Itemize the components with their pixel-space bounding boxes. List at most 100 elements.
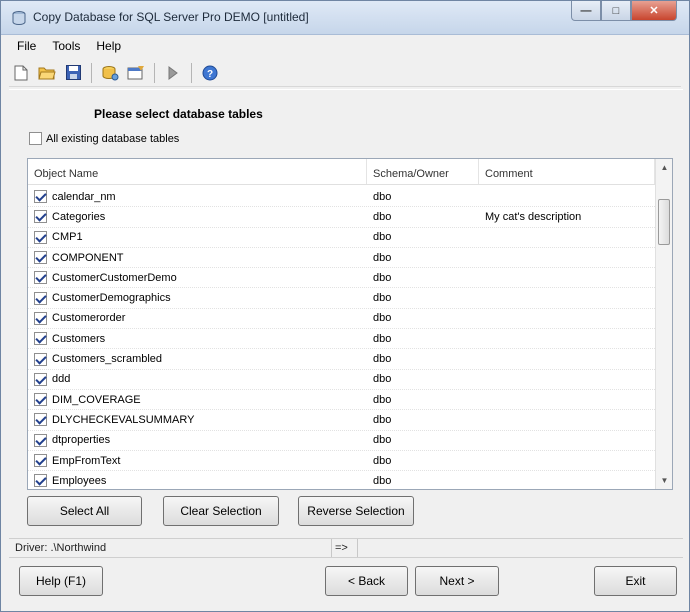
clear-selection-button[interactable]: Clear Selection	[163, 496, 279, 526]
next-button[interactable]: Next >	[415, 566, 499, 596]
help-icon[interactable]: ?	[198, 61, 222, 85]
select-all-button[interactable]: Select All	[27, 496, 142, 526]
row-checkbox[interactable]	[34, 433, 47, 447]
row-checkbox[interactable]	[34, 230, 47, 244]
row-checkbox[interactable]	[34, 454, 47, 467]
schema-owner: dbo	[373, 251, 392, 264]
table-row[interactable]: DLYCHECKEVALSUMMARY dbo	[28, 410, 655, 431]
object-name: COMPONENT	[52, 251, 124, 264]
scroll-thumb[interactable]	[658, 199, 670, 245]
menu-tools[interactable]: Tools	[44, 37, 88, 57]
column-header-comment[interactable]: Comment	[479, 159, 655, 184]
schema-owner: dbo	[373, 474, 392, 487]
row-checkbox[interactable]	[34, 291, 47, 305]
table-row[interactable]: COMPONENT dbo	[28, 248, 655, 269]
row-checkbox[interactable]	[34, 393, 47, 407]
all-tables-option[interactable]: All existing database tables	[29, 132, 179, 145]
schema-owner: dbo	[373, 353, 392, 366]
table-row[interactable]: CMP1 dbo	[28, 228, 655, 248]
object-name: Employees	[52, 474, 107, 487]
table-row[interactable]: Customers_scrambled dbo	[28, 349, 655, 370]
schema-owner: dbo	[373, 271, 392, 284]
object-name: calendar_nm	[52, 190, 116, 203]
open-folder-icon[interactable]	[35, 61, 59, 85]
row-checkbox[interactable]	[34, 413, 47, 427]
grid-header: Object Name Schema/Owner Comment	[28, 159, 655, 185]
new-file-icon[interactable]	[9, 61, 33, 85]
row-checkbox[interactable]	[34, 251, 47, 265]
row-checkbox[interactable]	[34, 311, 47, 325]
column-header-schema-owner[interactable]: Schema/Owner	[367, 159, 479, 184]
table-selection-panel: Please select database tables All existi…	[9, 89, 683, 535]
schema-owner: dbo	[373, 434, 392, 447]
connection-icon[interactable]	[98, 61, 122, 85]
driver-status: Driver: .\Northwind	[15, 542, 107, 554]
run-icon[interactable]	[161, 61, 185, 85]
toolbar: ?	[9, 59, 681, 87]
status-divider	[357, 539, 358, 557]
scroll-up-icon[interactable]: ▲	[656, 159, 672, 176]
object-name: CustomerDemographics	[52, 292, 171, 305]
schema-owner: dbo	[373, 210, 392, 223]
status-bar: Driver: .\Northwind =>	[9, 538, 683, 558]
reverse-selection-button[interactable]: Reverse Selection	[298, 496, 414, 526]
schema-owner: dbo	[373, 190, 392, 203]
object-name: Customers	[52, 332, 106, 345]
close-icon[interactable]: ✕	[631, 1, 677, 21]
tables-grid[interactable]: Object Name Schema/Owner Comment calenda…	[27, 158, 673, 490]
schema-owner: dbo	[373, 231, 392, 244]
table-row[interactable]: ddd dbo	[28, 370, 655, 390]
object-name: Customerorder	[52, 312, 126, 325]
scroll-down-icon[interactable]: ▼	[656, 472, 672, 489]
window-title: Copy Database for SQL Server Pro DEMO [u…	[33, 10, 309, 24]
help-button[interactable]: Help (F1)	[19, 566, 103, 596]
status-arrow: =>	[335, 542, 348, 554]
grid-rows: calendar_nm dbo Categories dbo My cat's …	[28, 187, 655, 489]
vertical-scrollbar[interactable]: ▲ ▼	[655, 159, 672, 489]
window-controls: — □ ✕	[571, 1, 677, 21]
table-row[interactable]: EmpFromText dbo	[28, 451, 655, 472]
object-name: DIM_COVERAGE	[52, 393, 141, 406]
table-row[interactable]: Categories dbo My cat's description	[28, 207, 655, 228]
table-row[interactable]: Customers dbo	[28, 329, 655, 350]
schema-owner: dbo	[373, 292, 392, 305]
properties-icon[interactable]	[124, 61, 148, 85]
schema-owner: dbo	[373, 393, 392, 406]
comment: My cat's description	[485, 210, 582, 223]
row-checkbox[interactable]	[34, 210, 47, 224]
row-checkbox[interactable]	[34, 190, 47, 204]
page-heading: Please select database tables	[94, 107, 263, 121]
status-divider	[331, 539, 332, 557]
table-row[interactable]: CustomerCustomerDemo dbo	[28, 268, 655, 289]
menu-help[interactable]: Help	[88, 37, 129, 57]
table-row[interactable]: dtproperties dbo	[28, 431, 655, 451]
row-checkbox[interactable]	[34, 332, 47, 346]
all-tables-checkbox[interactable]	[29, 132, 42, 145]
row-checkbox[interactable]	[34, 372, 47, 386]
table-row[interactable]: CustomerDemographics dbo	[28, 288, 655, 309]
row-checkbox[interactable]	[34, 271, 47, 285]
row-checkbox[interactable]	[34, 474, 47, 488]
object-name: DLYCHECKEVALSUMMARY	[52, 413, 195, 426]
minimize-icon[interactable]: —	[571, 1, 601, 21]
object-name: dtproperties	[52, 434, 111, 447]
row-checkbox[interactable]	[34, 352, 47, 366]
object-name: CustomerCustomerDemo	[52, 271, 177, 284]
toolbar-separator	[191, 62, 192, 83]
save-icon[interactable]	[61, 61, 85, 85]
all-tables-label: All existing database tables	[46, 132, 180, 145]
toolbar-separator	[154, 62, 155, 83]
table-row[interactable]: DIM_COVERAGE dbo	[28, 390, 655, 411]
schema-owner: dbo	[373, 413, 392, 426]
maximize-icon[interactable]: □	[601, 1, 631, 21]
back-button[interactable]: < Back	[325, 566, 408, 596]
title-bar[interactable]: Copy Database for SQL Server Pro DEMO [u…	[1, 1, 689, 35]
column-header-object-name[interactable]: Object Name	[28, 159, 367, 184]
schema-owner: dbo	[373, 332, 392, 345]
table-row[interactable]: Customerorder dbo	[28, 309, 655, 330]
svg-text:?: ?	[207, 69, 213, 80]
menu-file[interactable]: File	[9, 37, 44, 57]
table-row[interactable]: calendar_nm dbo	[28, 187, 655, 208]
table-row[interactable]: Employees dbo	[28, 471, 655, 489]
exit-button[interactable]: Exit	[594, 566, 677, 596]
